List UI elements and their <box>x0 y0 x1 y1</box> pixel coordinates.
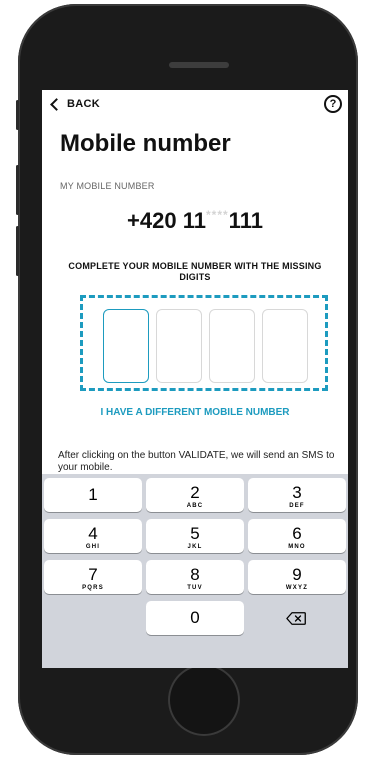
number-suffix: 111 <box>228 208 263 233</box>
mute-switch <box>16 100 19 130</box>
backspace-icon <box>286 612 306 625</box>
section-label: MY MOBILE NUMBER <box>60 181 155 191</box>
key-0[interactable]: 0 <box>146 601 244 635</box>
key-3[interactable]: 3 DEF <box>248 478 346 512</box>
number-prefix: +420 11 <box>127 208 206 233</box>
key-4[interactable]: 4 GHI <box>44 519 142 553</box>
key-1[interactable]: 1 <box>44 478 142 512</box>
back-label: BACK <box>67 98 100 110</box>
backspace-key[interactable] <box>248 601 346 635</box>
page-title: Mobile number <box>60 130 231 157</box>
digit-input-4[interactable] <box>262 309 308 383</box>
key-2[interactable]: 2 ABC <box>146 478 244 512</box>
home-button[interactable] <box>168 664 240 736</box>
digit-input-3[interactable] <box>209 309 255 383</box>
different-number-link[interactable]: I HAVE A DIFFERENT MOBILE NUMBER <box>42 407 348 418</box>
volume-down-button <box>16 226 19 276</box>
number-mask: **** <box>205 208 229 222</box>
digit-input-1[interactable] <box>103 309 149 383</box>
question-circle-icon[interactable]: ? <box>324 95 342 113</box>
digit-input-frame <box>80 295 328 391</box>
app-screen: BACK ? Mobile number MY MOBILE NUMBER +4… <box>42 90 348 668</box>
volume-up-button <box>16 165 19 215</box>
digit-input-2[interactable] <box>156 309 202 383</box>
chevron-left-icon <box>50 97 63 111</box>
instruction-text: COMPLETE YOUR MOBILE NUMBER WITH THE MIS… <box>68 261 322 282</box>
key-8[interactable]: 8 TUV <box>146 560 244 594</box>
top-bar: BACK ? <box>42 90 348 120</box>
back-button[interactable]: BACK <box>48 97 100 111</box>
speaker-grille <box>169 62 229 68</box>
key-9[interactable]: 9 WXYZ <box>248 560 346 594</box>
key-7[interactable]: 7 PQRS <box>44 560 142 594</box>
key-6[interactable]: 6 MNO <box>248 519 346 553</box>
sms-note: After clicking on the button VALIDATE, w… <box>58 450 335 473</box>
key-5[interactable]: 5 JKL <box>146 519 244 553</box>
numeric-keypad: 1 2 ABC 3 DEF 4 GHI 5 JKL 6 MNO 7 PQRS 8 TUV 9W… <box>42 474 348 668</box>
masked-phone-number: +420 11****111 <box>42 208 348 234</box>
